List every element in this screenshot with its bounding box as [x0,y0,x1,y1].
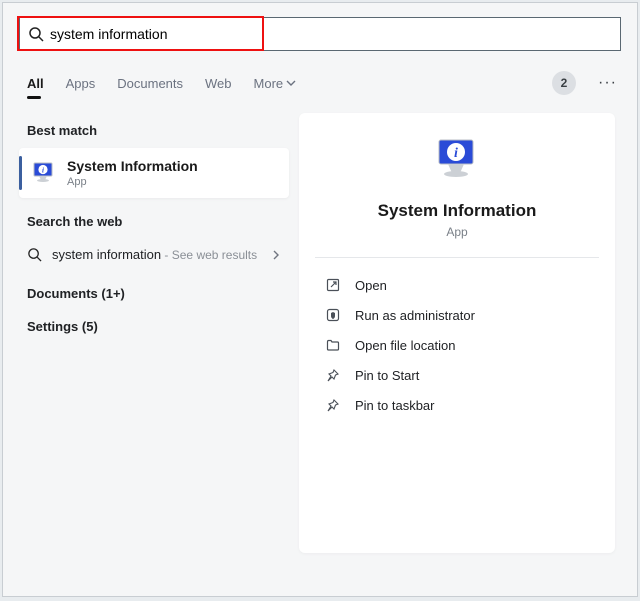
action-pin-start[interactable]: Pin to Start [319,360,595,390]
search-the-web-header: Search the web [27,214,283,229]
open-icon [325,277,341,293]
tab-web[interactable]: Web [205,76,232,91]
pin-icon [325,397,341,413]
action-open[interactable]: Open [319,270,595,300]
svg-text:i: i [454,146,458,161]
filter-tabs: All Apps Documents Web More 2 ··· [3,51,637,103]
best-match-item[interactable]: i System Information App [19,148,289,198]
search-icon [27,247,42,262]
action-open-location-label: Open file location [355,338,455,353]
best-match-header: Best match [27,123,283,138]
action-pin-start-label: Pin to Start [355,368,419,383]
best-match-text: System Information App [67,158,198,188]
chevron-down-icon [286,78,296,88]
action-pin-taskbar-label: Pin to taskbar [355,398,435,413]
admin-shield-icon [325,307,341,323]
content-area: Best match i System Information App [3,103,637,553]
separator [315,257,599,258]
more-options-icon[interactable]: ··· [598,74,617,92]
action-pin-taskbar[interactable]: Pin to taskbar [319,390,595,420]
selection-accent [19,156,22,190]
tab-more-label: More [254,76,284,91]
documents-category[interactable]: Documents (1+) [19,270,291,303]
actions-list: Open Run as administrator Open file loca… [315,270,599,420]
folder-icon [325,337,341,353]
web-result-item[interactable]: system information - See web results [19,239,291,270]
tab-documents[interactable]: Documents [117,76,183,91]
system-information-app-icon-large: i [432,135,482,185]
search-input[interactable] [44,26,612,42]
best-match-subtitle: App [67,176,198,188]
panel-title: System Information [378,201,537,221]
tab-more[interactable]: More [254,76,297,91]
system-information-app-icon: i [31,160,57,186]
chevron-right-icon [271,250,281,260]
results-column: Best match i System Information App [3,113,291,553]
web-hint-text: - See web results [161,248,257,262]
panel-subtitle: App [446,225,467,239]
best-match-title: System Information [67,158,198,174]
search-bar-container [3,3,637,51]
action-run-admin-label: Run as administrator [355,308,475,323]
web-result-text: system information - See web results [52,247,257,262]
result-count-badge[interactable]: 2 [552,71,576,95]
tab-all[interactable]: All [27,76,44,91]
action-open-label: Open [355,278,387,293]
web-query-text: system information [52,247,161,262]
details-panel: i System Information App Open [299,113,615,553]
svg-text:i: i [42,167,44,175]
start-search-window: All Apps Documents Web More 2 ··· Best m… [2,2,638,597]
search-icon [28,26,44,42]
action-run-admin[interactable]: Run as administrator [319,300,595,330]
tab-apps[interactable]: Apps [66,76,96,91]
search-bar[interactable] [19,17,621,51]
action-open-location[interactable]: Open file location [319,330,595,360]
settings-category[interactable]: Settings (5) [19,303,291,336]
pin-icon [325,367,341,383]
